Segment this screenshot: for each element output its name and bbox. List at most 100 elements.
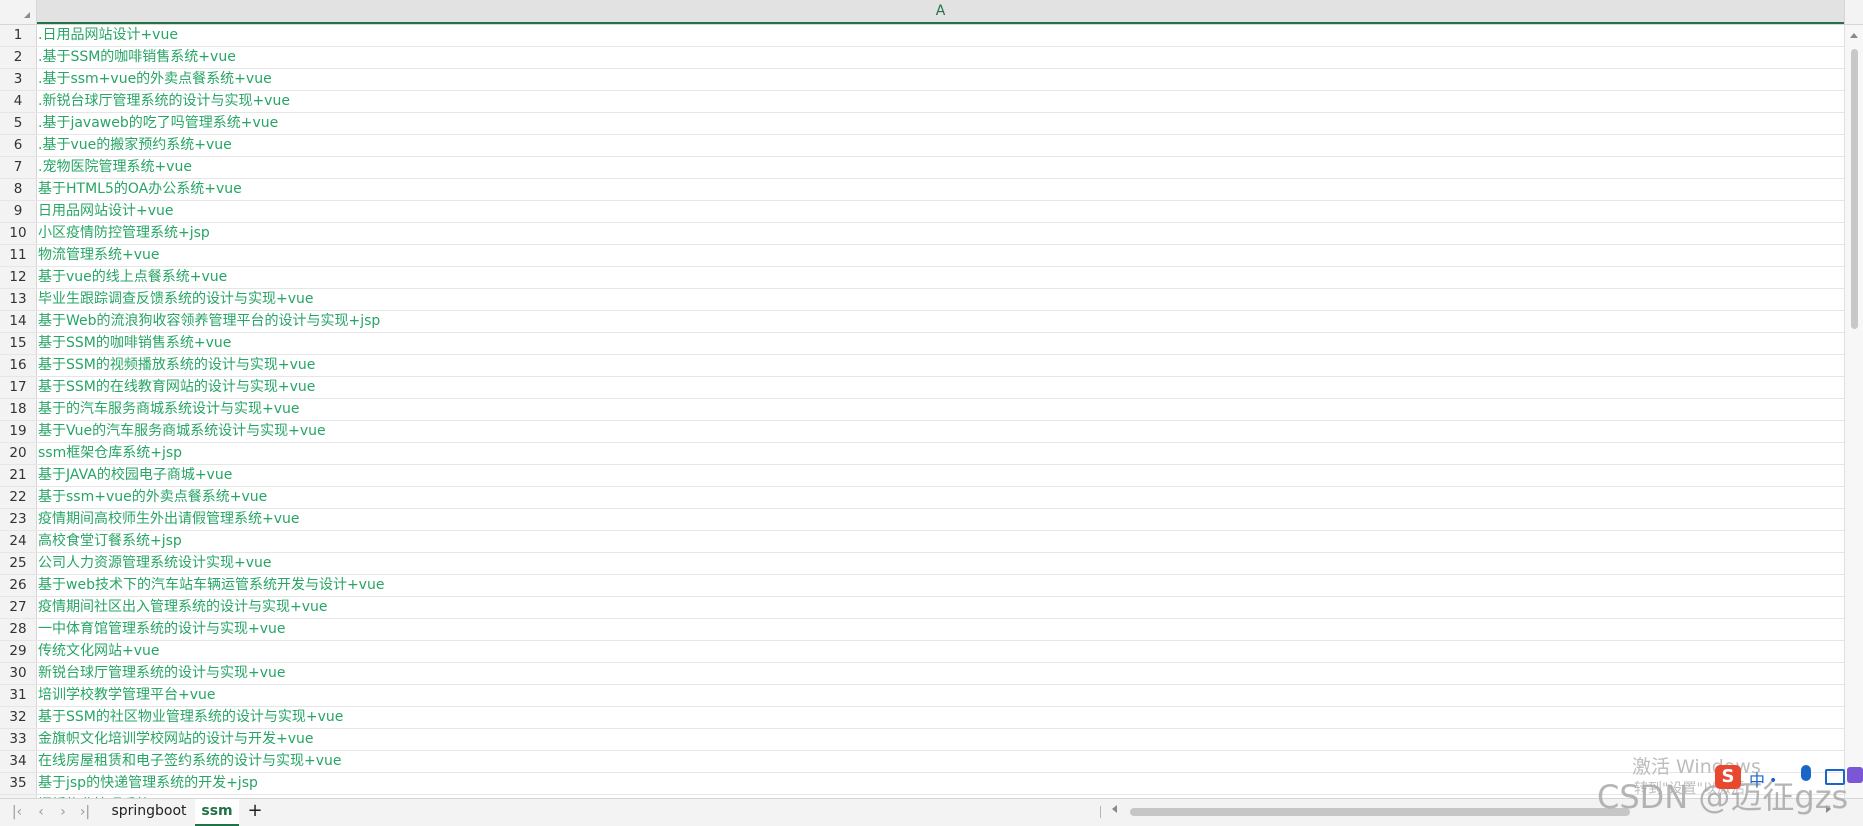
row-number[interactable]: 27: [0, 597, 37, 618]
table-row: 13 毕业生跟踪调查反馈系统的设计与实现+vue: [0, 289, 1844, 311]
row-number[interactable]: 35: [0, 773, 37, 794]
row-number[interactable]: 31: [0, 685, 37, 706]
cell-a[interactable]: 基于Vue的汽车服务商城系统设计与实现+vue: [38, 421, 1838, 442]
cell-a[interactable]: 高校食堂订餐系统+jsp: [38, 531, 1838, 552]
row-number[interactable]: 11: [0, 245, 37, 266]
row-number[interactable]: 24: [0, 531, 37, 552]
cell-a[interactable]: 基于SSM的社区物业管理系统的设计与实现+vue: [38, 707, 1838, 728]
row-number[interactable]: 17: [0, 377, 37, 398]
row-number[interactable]: 8: [0, 179, 37, 200]
row-number[interactable]: 18: [0, 399, 37, 420]
cell-a[interactable]: 基于Web的流浪狗收容领养管理平台的设计与实现+jsp: [38, 311, 1838, 332]
cell-a[interactable]: 物流管理系统+vue: [38, 245, 1838, 266]
row-number[interactable]: 16: [0, 355, 37, 376]
cell-a[interactable]: 毕业生跟踪调查反馈系统的设计与实现+vue: [38, 289, 1838, 310]
cell-a[interactable]: 基于ssm+vue的外卖点餐系统+vue: [38, 487, 1838, 508]
row-number[interactable]: 33: [0, 729, 37, 750]
table-row: 19 基于Vue的汽车服务商城系统设计与实现+vue: [0, 421, 1844, 443]
row-number[interactable]: 7: [0, 157, 37, 178]
cell-a[interactable]: 新锐台球厅管理系统的设计与实现+vue: [38, 663, 1838, 684]
cell-a[interactable]: 基于vue的线上点餐系统+vue: [38, 267, 1838, 288]
row-number[interactable]: 20: [0, 443, 37, 464]
row-number[interactable]: 3: [0, 69, 37, 90]
row-number[interactable]: 25: [0, 553, 37, 574]
row-number[interactable]: 5: [0, 113, 37, 134]
cell-a[interactable]: .日用品网站设计+vue: [38, 25, 1838, 46]
cell-a[interactable]: 基于jsp的快递管理系统的开发+jsp: [38, 773, 1838, 794]
cell-a[interactable]: 公司人力资源管理系统设计实现+vue: [38, 553, 1838, 574]
table-row: 21 基于JAVA的校园电子商城+vue: [0, 465, 1844, 487]
vertical-scrollbar[interactable]: [1844, 25, 1863, 798]
table-row: 26 基于web技术下的汽车站车辆运管系统开发与设计+vue: [0, 575, 1844, 597]
cell-a[interactable]: 在线房屋租赁和电子签约系统的设计与实现+vue: [38, 751, 1838, 772]
sheet-tab-springboot[interactable]: springboot: [108, 799, 190, 824]
cell-a[interactable]: 基于SSM的视频播放系统的设计与实现+vue: [38, 355, 1838, 376]
cell-a[interactable]: .基于SSM的咖啡销售系统+vue: [38, 47, 1838, 68]
sheet-tab-ssm[interactable]: ssm: [195, 799, 239, 826]
row-number[interactable]: 30: [0, 663, 37, 684]
cell-a[interactable]: .新锐台球厅管理系统的设计与实现+vue: [38, 91, 1838, 112]
sogou-logo-icon[interactable]: S: [1715, 765, 1741, 789]
table-row: 6 .基于vue的搬家预约系统+vue: [0, 135, 1844, 157]
row-number[interactable]: 4: [0, 91, 37, 112]
row-number[interactable]: 21: [0, 465, 37, 486]
row-number[interactable]: 1: [0, 25, 37, 46]
column-header-a[interactable]: A: [37, 0, 1844, 24]
row-number[interactable]: 23: [0, 509, 37, 530]
cell-a[interactable]: 疫情期间高校师生外出请假管理系统+vue: [38, 509, 1838, 530]
cell-a[interactable]: 疫情期间社区出入管理系统的设计与实现+vue: [38, 597, 1838, 618]
row-number[interactable]: 15: [0, 333, 37, 354]
row-number[interactable]: 22: [0, 487, 37, 508]
skin-icon[interactable]: [1847, 767, 1863, 783]
ime-punctuation-toggle[interactable]: •: [1769, 773, 1777, 789]
cell-a[interactable]: .基于ssm+vue的外卖点餐系统+vue: [38, 69, 1838, 90]
keyboard-icon[interactable]: [1825, 769, 1845, 785]
cell-a[interactable]: 金旗帜文化培训学校网站的设计与开发+vue: [38, 729, 1838, 750]
cell-a[interactable]: .基于javaweb的吃了吗管理系统+vue: [38, 113, 1838, 134]
table-row: 11 物流管理系统+vue: [0, 245, 1844, 267]
first-sheet-button[interactable]: |‹: [8, 803, 26, 821]
row-number[interactable]: 13: [0, 289, 37, 310]
row-number[interactable]: 2: [0, 47, 37, 68]
cell-a[interactable]: 基于web技术下的汽车站车辆运管系统开发与设计+vue: [38, 575, 1838, 596]
last-sheet-button[interactable]: ›|: [76, 803, 94, 821]
select-all-corner[interactable]: [0, 0, 37, 24]
microphone-icon[interactable]: [1801, 765, 1811, 781]
row-number[interactable]: 12: [0, 267, 37, 288]
row-number[interactable]: 10: [0, 223, 37, 244]
vertical-scroll-thumb[interactable]: [1851, 49, 1858, 329]
cell-a[interactable]: 培训学校教学管理平台+vue: [38, 685, 1838, 706]
select-all-icon: [24, 12, 30, 18]
prev-sheet-button[interactable]: ‹: [32, 803, 50, 821]
next-sheet-button[interactable]: ›: [54, 803, 72, 821]
row-number[interactable]: 14: [0, 311, 37, 332]
cell-grid[interactable]: 1 .日用品网站设计+vue 2 .基于SSM的咖啡销售系统+vue 3 .基于ssm+v…: [0, 25, 1844, 798]
cell-a[interactable]: ssm框架仓库系统+jsp: [38, 443, 1838, 464]
row-number[interactable]: 19: [0, 421, 37, 442]
cell-a[interactable]: 基于JAVA的校园电子商城+vue: [38, 465, 1838, 486]
scroll-up-icon[interactable]: [1850, 33, 1858, 38]
cell-a[interactable]: 日用品网站设计+vue: [38, 201, 1838, 222]
cell-a[interactable]: 小区疫情防控管理系统+jsp: [38, 223, 1838, 244]
cell-a[interactable]: 传统文化网站+vue: [38, 641, 1838, 662]
row-number[interactable]: 6: [0, 135, 37, 156]
row-number[interactable]: 26: [0, 575, 37, 596]
cell-a[interactable]: .基于vue的搬家预约系统+vue: [38, 135, 1838, 156]
row-number[interactable]: 34: [0, 751, 37, 772]
row-number[interactable]: 9: [0, 201, 37, 222]
ime-language-toggle[interactable]: 中: [1749, 767, 1765, 791]
cell-a[interactable]: 基于SSM的在线教育网站的设计与实现+vue: [38, 377, 1838, 398]
add-sheet-button[interactable]: +: [245, 801, 265, 821]
cell-a[interactable]: 一中体育馆管理系统的设计与实现+vue: [38, 619, 1838, 640]
cell-a[interactable]: 基于HTML5的OA办公系统+vue: [38, 179, 1838, 200]
cell-a[interactable]: .宠物医院管理系统+vue: [38, 157, 1838, 178]
horizontal-scroll-thumb[interactable]: [1130, 808, 1630, 816]
row-number[interactable]: 32: [0, 707, 37, 728]
cell-a[interactable]: 基于的汽车服务商城系统设计与实现+vue: [38, 399, 1838, 420]
table-row: 17 基于SSM的在线教育网站的设计与实现+vue: [0, 377, 1844, 399]
row-number[interactable]: 28: [0, 619, 37, 640]
cell-a[interactable]: 基于SSM的咖啡销售系统+vue: [38, 333, 1838, 354]
sheet-tab-bar: |‹ ‹ › ›| springboot ssm +: [0, 798, 1863, 826]
scroll-left-icon[interactable]: [1112, 805, 1117, 813]
row-number[interactable]: 29: [0, 641, 37, 662]
